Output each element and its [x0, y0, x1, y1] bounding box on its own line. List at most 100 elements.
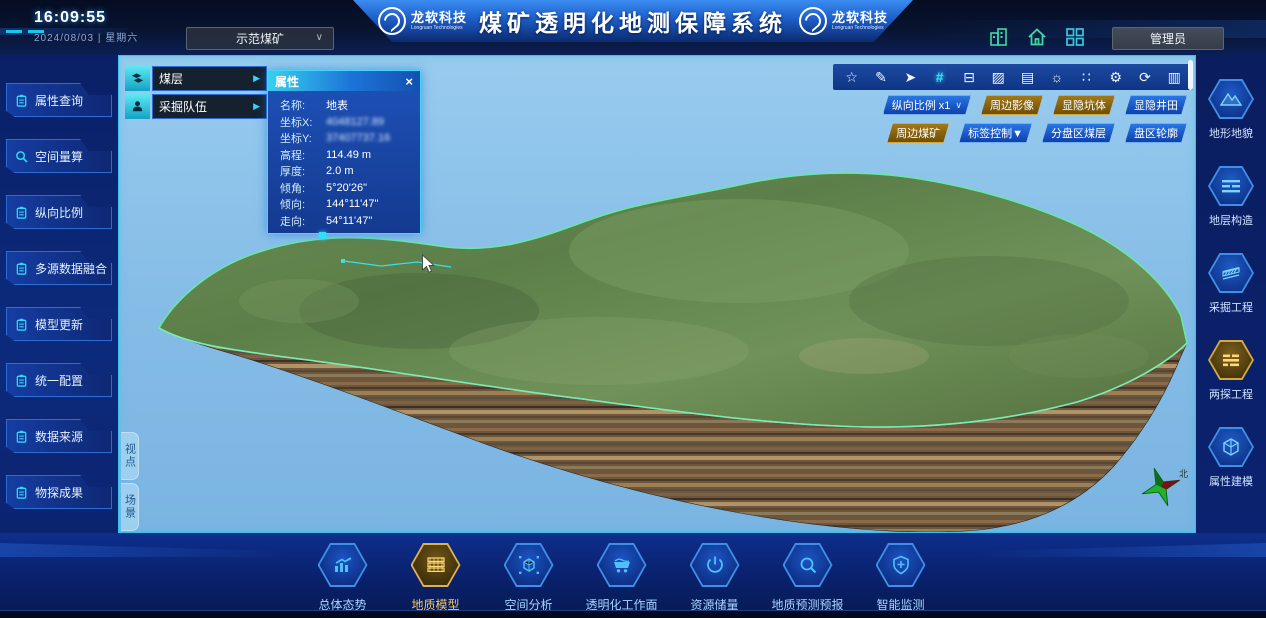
sidebar-item-label: 纵向比例 [35, 204, 83, 221]
sidebar-item-unified-config[interactable]: 统一配置 [6, 363, 112, 397]
sidebar-item-model-update[interactable]: 模型更新 [6, 307, 112, 341]
sidebar-item-multisource-fusion[interactable]: 多源数据融合 [6, 251, 112, 285]
terrain-icon [1220, 90, 1242, 108]
nav-geological-model[interactable]: 地质模型 [389, 543, 482, 613]
property-popup-title: 属性 [275, 73, 299, 90]
exploration-icon [1220, 351, 1242, 369]
clipboard-icon [15, 262, 28, 275]
scene-tab[interactable]: 场景 [121, 483, 139, 531]
panel-outline-button[interactable]: 盘区轮廓 [1125, 123, 1187, 143]
property-row: 名称:地表 [280, 97, 412, 114]
nav-transparent-workface[interactable]: 透明化工作面 [575, 543, 668, 613]
right-item-terrain[interactable]: 地形地貌 [1208, 79, 1254, 166]
draw-pen-icon[interactable]: ✎ [871, 70, 891, 84]
refresh-icon[interactable]: ⟳ [1135, 70, 1155, 84]
right-item-label: 地形地貌 [1209, 125, 1253, 141]
geological-model-icon [425, 555, 447, 575]
viewpoint-tab[interactable]: 视点 [121, 432, 139, 480]
sidebar-item-data-source[interactable]: 数据来源 [6, 419, 112, 453]
app-header: 16:09:55 2024/08/03 | 星期六 示范煤矿 ∨ 龙软科技 Lo… [0, 0, 1266, 55]
region-hatch-icon[interactable]: ▨ [988, 70, 1008, 84]
resource-reserves-icon [704, 555, 726, 575]
mining-team-icon [125, 94, 150, 119]
nav-spatial-analysis[interactable]: 空间分析 [482, 543, 575, 613]
right-item-label: 采掘工程 [1209, 299, 1253, 315]
compass-rose[interactable]: 北 [1137, 461, 1189, 514]
toolbar-scrollbar[interactable] [1188, 60, 1193, 90]
layer-item-label: 采掘队伍 [159, 98, 207, 115]
lighting-sun-icon[interactable]: ☼ [1047, 70, 1067, 84]
intelligent-monitoring-icon [890, 555, 912, 575]
property-row: 走向:54°11'47" [280, 213, 412, 230]
sidebar-item-vertical-scale[interactable]: 纵向比例 [6, 195, 112, 229]
chevron-down-icon: ∨ [316, 32, 323, 43]
property-row: 倾角:5°20'26" [280, 180, 412, 197]
mine-selector-value: 示范煤矿 [236, 30, 284, 47]
scatter-points-icon[interactable]: ∷ [1076, 70, 1096, 84]
sidebar-item-geophysical-results[interactable]: 物探成果 [6, 475, 112, 509]
property-row: 倾向:144°11'47" [280, 196, 412, 213]
right-item-strata[interactable]: 地层构造 [1208, 166, 1254, 253]
left-sidebar: 属性查询 空间量算 纵向比例 多源数据融合 模型更新 统一配置 数据来源 物探成… [0, 55, 118, 533]
strata-icon [1220, 177, 1242, 195]
clip-plane-icon[interactable]: ▤ [1018, 70, 1038, 84]
surrounding-imagery-button[interactable]: 周边影像 [981, 95, 1043, 115]
sidebar-item-attribute-query[interactable]: 属性查询 [6, 83, 112, 117]
toggle-minefield-button[interactable]: 显隐井田 [1125, 95, 1187, 115]
attribute-modeling-icon [1221, 437, 1241, 457]
nav-intelligent-monitoring[interactable]: 智能监测 [854, 543, 947, 613]
chevron-right-icon: ▶ [253, 73, 260, 84]
bottom-decor-left [0, 543, 290, 557]
coal-seam-icon [125, 66, 150, 91]
layer-item-label: 煤层 [159, 70, 183, 87]
map-3d-viewport[interactable]: 煤层 ▶ 采掘队伍 ▶ 属性 × 名称:地表 坐标X:4048127.89 坐标… [118, 55, 1196, 533]
chevron-right-icon: ▶ [253, 101, 260, 112]
compass-north-label: 北 [1179, 469, 1188, 479]
longruan-logo-icon [799, 7, 827, 35]
sidebar-item-label: 空间量算 [35, 148, 83, 165]
right-sidebar: 地形地貌 地层构造 采掘工程 两探工程 属性建模 [1196, 55, 1266, 533]
toggle-pit-button[interactable]: 显隐坑体 [1053, 95, 1115, 115]
brand-left: 龙软科技 Longruan Technologies [378, 7, 467, 35]
vertical-scale-dropdown[interactable]: 纵向比例 x1 ∨ [883, 95, 971, 115]
measure-distance-icon[interactable]: ⊟ [959, 70, 979, 84]
surrounding-mines-button[interactable]: 周边煤矿 [887, 123, 949, 143]
clipboard-icon [15, 206, 28, 219]
building-icon[interactable] [988, 26, 1010, 48]
sidebar-item-label: 属性查询 [35, 92, 83, 109]
select-cursor-icon[interactable]: ➤ [900, 70, 920, 84]
layer-item-coal-seam[interactable]: 煤层 ▶ [125, 66, 267, 91]
layers-panel: 煤层 ▶ 采掘队伍 ▶ [125, 66, 267, 119]
nav-resource-reserves[interactable]: 资源储量 [668, 543, 761, 613]
right-item-attribute-modeling[interactable]: 属性建模 [1208, 427, 1254, 514]
close-icon[interactable]: × [405, 75, 413, 88]
right-item-label: 属性建模 [1209, 473, 1253, 489]
chevron-down-icon: ∨ [955, 100, 962, 111]
clipboard-icon [15, 430, 28, 443]
admin-user-button[interactable]: 管理员 [1112, 27, 1224, 50]
grid-snap-icon[interactable]: # [930, 70, 950, 84]
favorite-star-icon[interactable]: ☆ [842, 70, 862, 84]
date-display: 2024/08/03 | 星期六 [34, 29, 138, 44]
panel-coal-seam-button[interactable]: 分盘区煤层 [1042, 123, 1115, 143]
layer-item-mining-team[interactable]: 采掘队伍 ▶ [125, 94, 267, 119]
layers-stack-icon[interactable]: ▥ [1164, 70, 1184, 84]
property-row: 厚度:2.0 m [280, 163, 412, 180]
grid-apps-icon[interactable] [1064, 26, 1086, 48]
brand-name: 龙软科技 [832, 11, 888, 24]
sidebar-item-label: 物探成果 [35, 484, 83, 501]
nav-geological-forecast[interactable]: 地质预测预报 [761, 543, 854, 613]
page-title: 煤矿透明化地测保障系统 [479, 4, 787, 38]
label-control-dropdown[interactable]: 标签控制▼ [959, 123, 1032, 143]
right-item-excavation[interactable]: 采掘工程 [1208, 253, 1254, 340]
title-banner: 龙软科技 Longruan Technologies 煤矿透明化地测保障系统 龙… [353, 0, 913, 42]
home-icon[interactable] [1026, 26, 1048, 48]
right-item-exploration[interactable]: 两探工程 [1208, 340, 1254, 427]
clipboard-icon [15, 318, 28, 331]
bottom-navigation: 总体态势 地质模型 空间分析 透明化工作面 资源储量 [0, 533, 1266, 618]
geological-forecast-icon [797, 555, 819, 575]
settings-gear-icon[interactable]: ⚙ [1106, 70, 1126, 84]
sidebar-item-spatial-measure[interactable]: 空间量算 [6, 139, 112, 173]
nav-overall-situation[interactable]: 总体态势 [296, 543, 389, 613]
mine-selector-dropdown[interactable]: 示范煤矿 ∨ [186, 27, 334, 50]
